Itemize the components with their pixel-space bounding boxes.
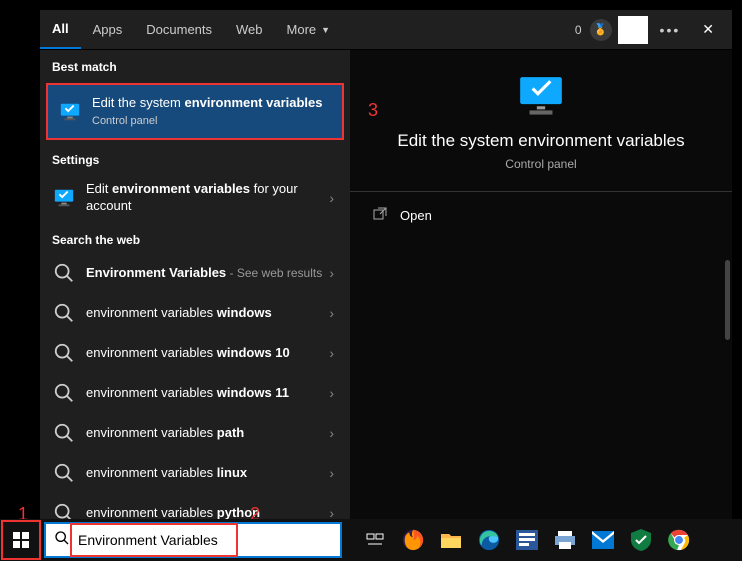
search-panel: All Apps Documents Web More▼ 0 🏅 ••• ✕ B… <box>40 10 732 520</box>
taskbar <box>0 519 742 561</box>
tab-all[interactable]: All <box>40 10 81 49</box>
search-icon <box>52 301 76 325</box>
search-icon <box>54 530 70 551</box>
web-result[interactable]: environment variables python › <box>40 493 350 520</box>
word-icon[interactable] <box>508 520 546 560</box>
search-tabs: All Apps Documents Web More▼ <box>40 10 342 49</box>
chevron-right-icon[interactable]: › <box>325 305 338 321</box>
search-icon <box>52 341 76 365</box>
tab-web[interactable]: Web <box>224 10 275 49</box>
web-result[interactable]: environment variables windows 10 › <box>40 333 350 373</box>
best-match-heading: Best match <box>40 50 350 80</box>
preview-title: Edit the system environment variables <box>368 131 714 151</box>
search-icon <box>52 501 76 520</box>
result-text: environment variables windows 10 <box>86 345 325 362</box>
taskbar-icons <box>356 520 698 560</box>
rewards-icon[interactable]: 🏅 <box>590 19 612 41</box>
web-result[interactable]: environment variables path › <box>40 413 350 453</box>
chevron-right-icon[interactable]: › <box>325 465 338 481</box>
taskbar-search-box[interactable] <box>44 522 342 558</box>
chevron-right-icon[interactable]: › <box>325 345 338 361</box>
chevron-down-icon: ▼ <box>321 25 330 35</box>
edge-icon[interactable] <box>470 520 508 560</box>
web-result[interactable]: environment variables linux › <box>40 453 350 493</box>
scrollbar-thumb[interactable] <box>725 260 730 340</box>
start-button[interactable] <box>1 520 41 560</box>
top-right-controls: 0 🏅 ••• ✕ <box>575 16 732 44</box>
chevron-right-icon[interactable]: › <box>325 190 338 206</box>
result-text: Environment Variables - See web results <box>86 265 325 282</box>
web-result[interactable]: Environment Variables - See web results … <box>40 253 350 293</box>
chevron-right-icon[interactable]: › <box>325 425 338 441</box>
web-result[interactable]: environment variables windows › <box>40 293 350 333</box>
callout-3: 3 <box>368 100 378 121</box>
more-options-button[interactable]: ••• <box>654 22 687 38</box>
task-view-icon[interactable] <box>356 520 394 560</box>
mail-icon[interactable] <box>584 520 622 560</box>
monitor-check-icon <box>58 100 82 124</box>
rewards-score: 0 <box>575 23 582 37</box>
open-icon <box>372 206 388 225</box>
chevron-right-icon[interactable]: › <box>325 385 338 401</box>
print-icon[interactable] <box>546 520 584 560</box>
search-icon <box>52 381 76 405</box>
security-icon[interactable] <box>622 520 660 560</box>
monitor-check-icon <box>52 186 76 210</box>
result-text: environment variables windows <box>86 305 325 322</box>
search-icon <box>52 461 76 485</box>
preview-pane: Edit the system environment variables Co… <box>350 50 732 520</box>
result-text: environment variables python <box>86 505 325 520</box>
settings-heading: Settings <box>40 143 350 173</box>
open-action[interactable]: Open <box>368 192 714 239</box>
content-area: Best match Edit the system environment v… <box>40 50 732 520</box>
firefox-icon[interactable] <box>394 520 432 560</box>
preview-subtitle: Control panel <box>368 157 714 171</box>
file-explorer-icon[interactable] <box>432 520 470 560</box>
preview-header: Edit the system environment variables Co… <box>368 75 714 171</box>
close-button[interactable]: ✕ <box>692 21 724 38</box>
results-column: Best match Edit the system environment v… <box>40 50 350 520</box>
result-text: environment variables windows 11 <box>86 385 325 402</box>
tab-more[interactable]: More▼ <box>275 10 343 49</box>
result-edit-system-env[interactable]: Edit the system environment variables Co… <box>46 83 344 140</box>
result-text: Edit the system environment variables Co… <box>92 95 332 128</box>
web-result[interactable]: environment variables windows 11 › <box>40 373 350 413</box>
tab-documents[interactable]: Documents <box>134 10 224 49</box>
result-edit-account-env[interactable]: Edit environment variables for your acco… <box>40 173 350 223</box>
result-text: Edit environment variables for your acco… <box>86 181 325 215</box>
open-label: Open <box>400 208 432 223</box>
user-avatar[interactable] <box>618 16 648 44</box>
chrome-icon[interactable] <box>660 520 698 560</box>
result-text: environment variables linux <box>86 465 325 482</box>
tab-apps[interactable]: Apps <box>81 10 135 49</box>
top-bar: All Apps Documents Web More▼ 0 🏅 ••• ✕ <box>40 10 732 50</box>
chevron-right-icon[interactable]: › <box>325 505 338 520</box>
monitor-check-icon <box>516 75 566 119</box>
search-web-heading: Search the web <box>40 223 350 253</box>
result-text: environment variables path <box>86 425 325 442</box>
search-input[interactable] <box>78 532 332 548</box>
chevron-right-icon[interactable]: › <box>325 265 338 281</box>
search-icon <box>52 421 76 445</box>
search-icon <box>52 261 76 285</box>
